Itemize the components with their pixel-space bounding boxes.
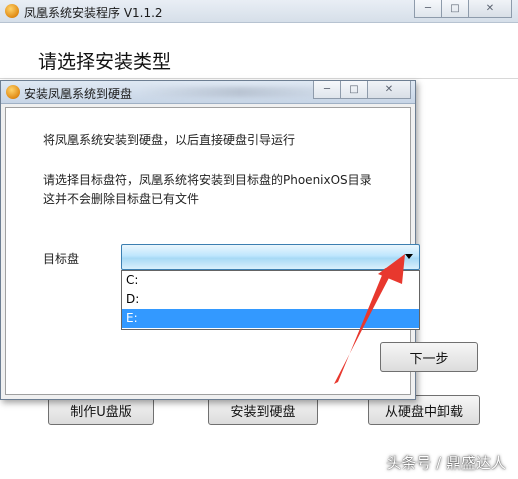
- minimize-button[interactable]: ─: [414, 0, 442, 18]
- option-c[interactable]: C:: [122, 271, 419, 290]
- option-d[interactable]: D:: [122, 290, 419, 309]
- main-window-controls: ─ □ ✕: [414, 0, 512, 18]
- divider: [0, 78, 518, 79]
- page-title: 请选择安装类型: [38, 51, 172, 73]
- main-titlebar[interactable]: 凤凰系统安装程序 V1.1.2 ─ □ ✕: [0, 0, 518, 23]
- next-button[interactable]: 下一步: [380, 342, 478, 372]
- target-disk-label: 目标盘: [43, 252, 80, 266]
- phoenix-app-icon: [5, 4, 19, 18]
- main-window-title: 凤凰系统安装程序 V1.1.2: [24, 6, 163, 20]
- dialog-titlebar[interactable]: 安装凤凰系统到硬盘 ─ □ ✕: [1, 81, 415, 104]
- dialog-controls: ─ □ ✕: [313, 81, 411, 99]
- description-line-2: 请选择目标盘符，凤凰系统将安装到目标盘的PhoenixOS目录: [43, 173, 372, 187]
- install-dialog: 安装凤凰系统到硬盘 ─ □ ✕ 将凤凰系统安装到硬盘，以后直接硬盘引导运行 请选…: [0, 80, 420, 400]
- maximize-button[interactable]: □: [442, 0, 469, 18]
- phoenix-app-icon: [6, 85, 20, 99]
- title-blur: [139, 87, 339, 97]
- dialog-title: 安装凤凰系统到硬盘: [24, 87, 133, 101]
- close-button[interactable]: ✕: [469, 0, 512, 18]
- target-disk-select[interactable]: [121, 244, 420, 270]
- description-line-1: 将凤凰系统安装到硬盘，以后直接硬盘引导运行: [43, 133, 296, 147]
- dialog-maximize-button[interactable]: □: [341, 81, 368, 99]
- option-e[interactable]: E:: [122, 309, 419, 328]
- dialog-close-button[interactable]: ✕: [368, 81, 411, 99]
- dialog-minimize-button[interactable]: ─: [313, 81, 341, 99]
- watermark: 头条号 / 鼎盛达人: [386, 454, 506, 472]
- dropdown-arrow-icon[interactable]: [405, 254, 413, 259]
- dialog-body: 将凤凰系统安装到硬盘，以后直接硬盘引导运行 请选择目标盘符，凤凰系统将安装到目标…: [5, 107, 420, 395]
- target-disk-dropdown: C: D: E:: [121, 270, 420, 330]
- description-line-3: 这并不会删除目标盘已有文件: [43, 192, 200, 206]
